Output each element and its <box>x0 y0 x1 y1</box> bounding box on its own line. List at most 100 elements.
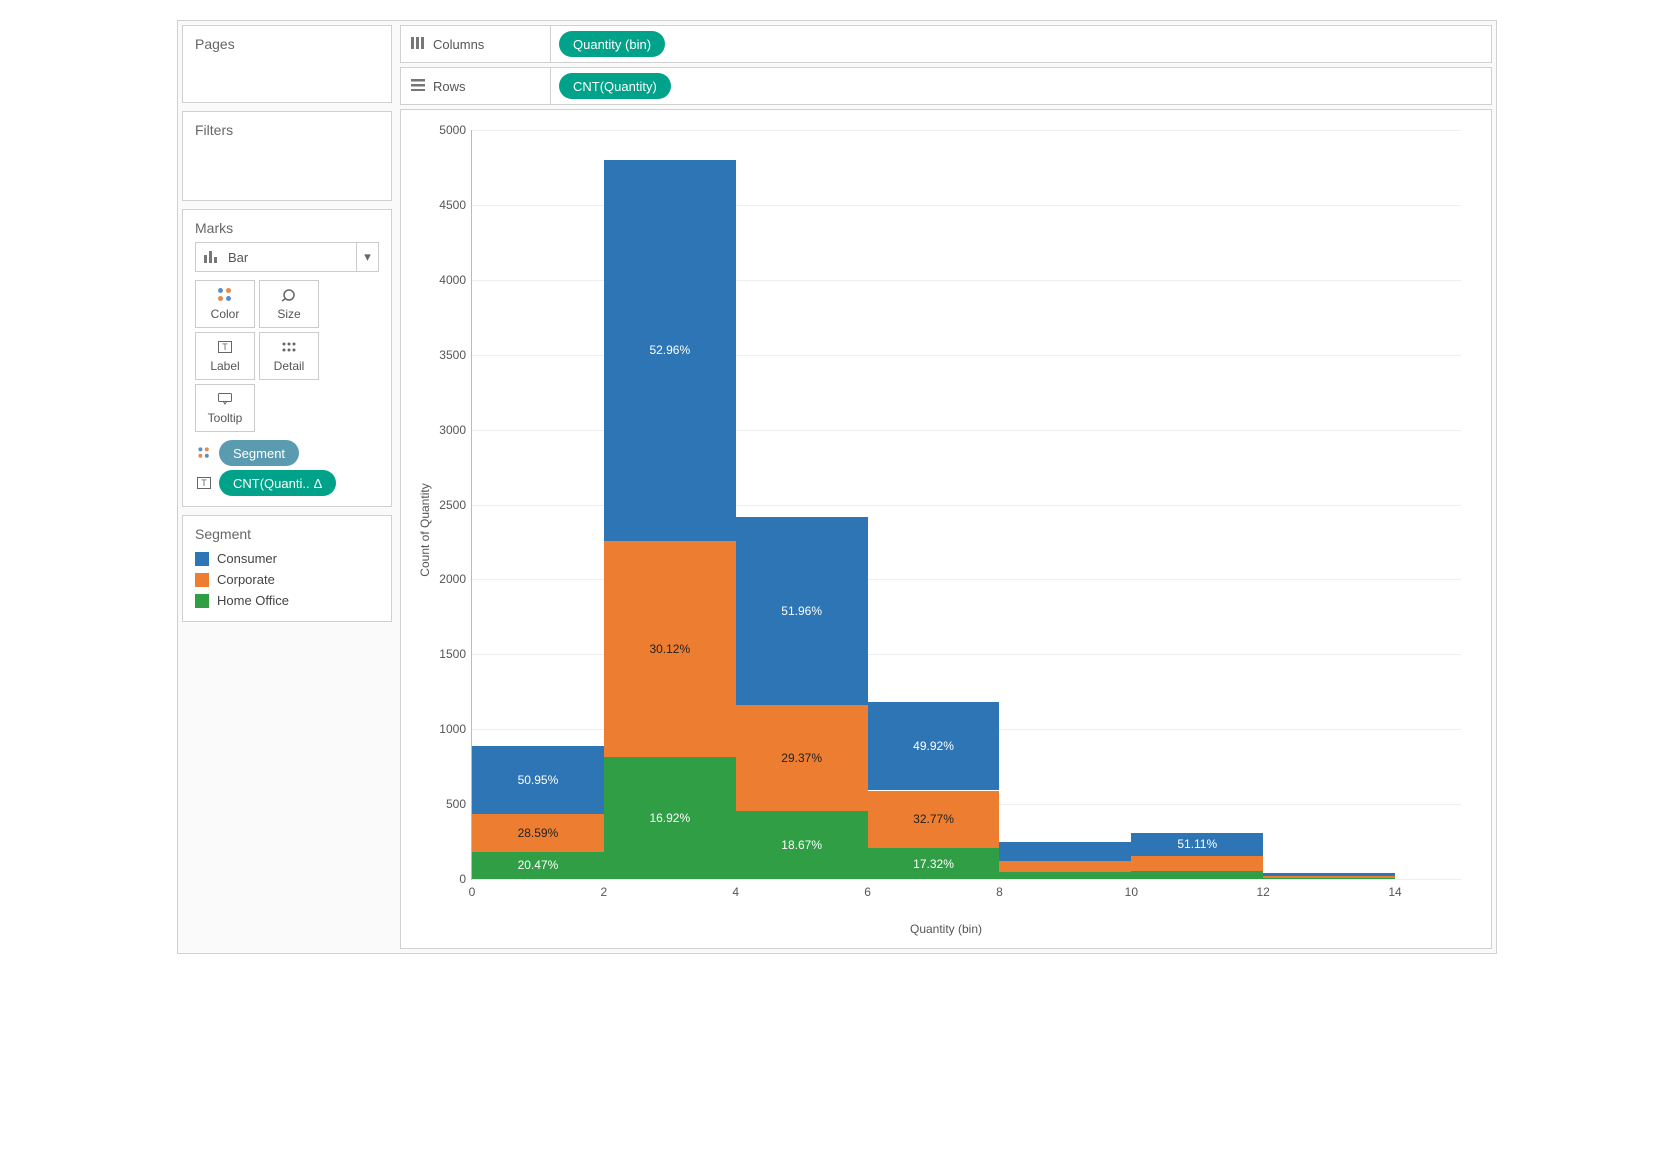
columns-pill-quantity-bin[interactable]: Quantity (bin) <box>559 31 665 57</box>
legend-item[interactable]: Corporate <box>195 569 379 590</box>
bar-group[interactable]: 51.11% <box>1131 833 1263 879</box>
right-panels: Columns Quantity (bin) Rows CNT(Quantity… <box>400 25 1492 949</box>
bar-segment[interactable] <box>1263 876 1395 878</box>
y-tick-label: 2000 <box>439 572 472 586</box>
bar-segment[interactable] <box>1263 873 1395 876</box>
bar-segment-label: 20.47% <box>472 858 604 872</box>
color-pill-segment[interactable]: Segment <box>219 440 299 466</box>
pages-panel[interactable]: Pages <box>182 25 392 103</box>
y-tick-label: 5000 <box>439 123 472 137</box>
rows-icon <box>411 79 425 94</box>
bar-segment[interactable] <box>1131 856 1263 871</box>
chart-viz[interactable]: Count of Quantity Quantity (bin) 0500100… <box>400 109 1492 949</box>
legend-item[interactable]: Home Office <box>195 590 379 611</box>
bar-segment[interactable]: 29.37% <box>736 705 868 812</box>
bar-segment[interactable]: 49.92% <box>868 702 1000 790</box>
bar-segment[interactable]: 16.92% <box>604 757 736 879</box>
columns-shelf[interactable]: Columns Quantity (bin) <box>400 25 1492 63</box>
marks-tooltip-button[interactable]: Tooltip <box>195 384 255 432</box>
svg-text:T: T <box>201 478 207 488</box>
bar-segment-label: 51.96% <box>736 604 868 618</box>
y-tick-label: 3000 <box>439 423 472 437</box>
bar-segment[interactable]: 28.59% <box>472 814 604 852</box>
x-tick-label: 4 <box>732 879 739 899</box>
bar-segment-label: 51.11% <box>1131 837 1263 851</box>
x-tick-label: 6 <box>864 879 871 899</box>
bar-segment[interactable]: 51.11% <box>1131 833 1263 857</box>
y-tick-label: 4500 <box>439 198 472 212</box>
columns-shelf-label: Columns <box>433 37 484 52</box>
marks-label-label: Label <box>210 359 239 373</box>
bar-group[interactable] <box>999 842 1131 879</box>
legend-title: Segment <box>195 526 379 542</box>
tooltip-icon <box>218 391 232 407</box>
bar-segment[interactable]: 32.77% <box>868 791 1000 849</box>
bar-segment-label: 50.95% <box>472 773 604 787</box>
bar-segment[interactable] <box>1131 871 1263 879</box>
y-tick-label: 2500 <box>439 498 472 512</box>
bar-segment[interactable]: 18.67% <box>736 811 868 879</box>
bar-segment-label: 16.92% <box>604 811 736 825</box>
y-tick-label: 4000 <box>439 273 472 287</box>
bar-segment-label: 29.37% <box>736 751 868 765</box>
bar-segment-label: 52.96% <box>604 343 736 357</box>
legend-swatch <box>195 552 209 566</box>
rows-shelf-label: Rows <box>433 79 466 94</box>
size-icon <box>281 287 297 303</box>
svg-text:T: T <box>222 342 228 352</box>
bar-segment[interactable]: 20.47% <box>472 852 604 879</box>
delta-icon: Δ <box>314 476 323 491</box>
legend-label: Home Office <box>217 593 289 608</box>
y-tick-label: 500 <box>446 797 472 811</box>
rows-pill-cnt-quantity[interactable]: CNT(Quantity) <box>559 73 671 99</box>
marks-detail-label: Detail <box>274 359 305 373</box>
bar-segment[interactable] <box>999 861 1131 873</box>
detail-icon <box>282 339 296 355</box>
marks-color-pill-row: Segment <box>195 440 379 466</box>
x-tick-label: 8 <box>996 879 1003 899</box>
filters-panel[interactable]: Filters <box>182 111 392 201</box>
bar-group[interactable]: 17.32% 32.77% 49.92% <box>868 702 1000 879</box>
marks-color-button[interactable]: Color <box>195 280 255 328</box>
bar-segment-label: 32.77% <box>868 812 1000 826</box>
bar-segment[interactable] <box>999 872 1131 879</box>
marks-size-label: Size <box>277 307 300 321</box>
bar-segment[interactable]: 51.96% <box>736 517 868 705</box>
marks-tooltip-label: Tooltip <box>208 411 243 425</box>
marks-title: Marks <box>195 220 379 236</box>
bar-icon <box>204 251 220 263</box>
bar-group[interactable] <box>1263 873 1395 879</box>
color-icon <box>218 287 232 303</box>
bar-segment-label: 17.32% <box>868 857 1000 871</box>
mark-type-label: Bar <box>228 250 248 265</box>
bar-segment-label: 28.59% <box>472 826 604 840</box>
bar-segment[interactable]: 30.12% <box>604 541 736 758</box>
label-pill-cnt-quantity[interactable]: CNT(Quanti.. Δ <box>219 470 336 496</box>
chevron-down-icon[interactable]: ▾ <box>356 243 378 271</box>
legend-panel: Segment ConsumerCorporate Home Office <box>182 515 392 622</box>
bar-segment-label: 18.67% <box>736 838 868 852</box>
bar-segment[interactable]: 17.32% <box>868 848 1000 879</box>
marks-detail-button[interactable]: Detail <box>259 332 319 380</box>
bar-segment-label: 30.12% <box>604 642 736 656</box>
legend-item[interactable]: Consumer <box>195 548 379 569</box>
bar-segment[interactable] <box>999 842 1131 861</box>
label-icon: T <box>195 477 213 489</box>
bar-segment[interactable]: 50.95% <box>472 746 604 814</box>
bar-group[interactable]: 16.92% 30.12% 52.96% <box>604 160 736 879</box>
marks-label-button[interactable]: T Label <box>195 332 255 380</box>
bar-segment[interactable]: 52.96% <box>604 160 736 541</box>
bar-group[interactable]: 20.47% 28.59% 50.95% <box>472 746 604 879</box>
marks-size-button[interactable]: Size <box>259 280 319 328</box>
legend-swatch <box>195 594 209 608</box>
x-tick-label: 12 <box>1257 879 1270 899</box>
mark-type-dropdown[interactable]: Bar ▾ <box>195 242 379 272</box>
bar-segment[interactable] <box>1263 878 1395 879</box>
x-axis-label: Quantity (bin) <box>910 922 982 936</box>
y-axis-label: Count of Quantity <box>418 483 432 576</box>
bar-segment-label: 49.92% <box>868 739 1000 753</box>
bar-group[interactable]: 18.67% 29.37% 51.96% <box>736 516 868 879</box>
color-icon <box>195 446 213 460</box>
rows-shelf[interactable]: Rows CNT(Quantity) <box>400 67 1492 105</box>
marks-panel: Marks Bar ▾ Color <box>182 209 392 507</box>
